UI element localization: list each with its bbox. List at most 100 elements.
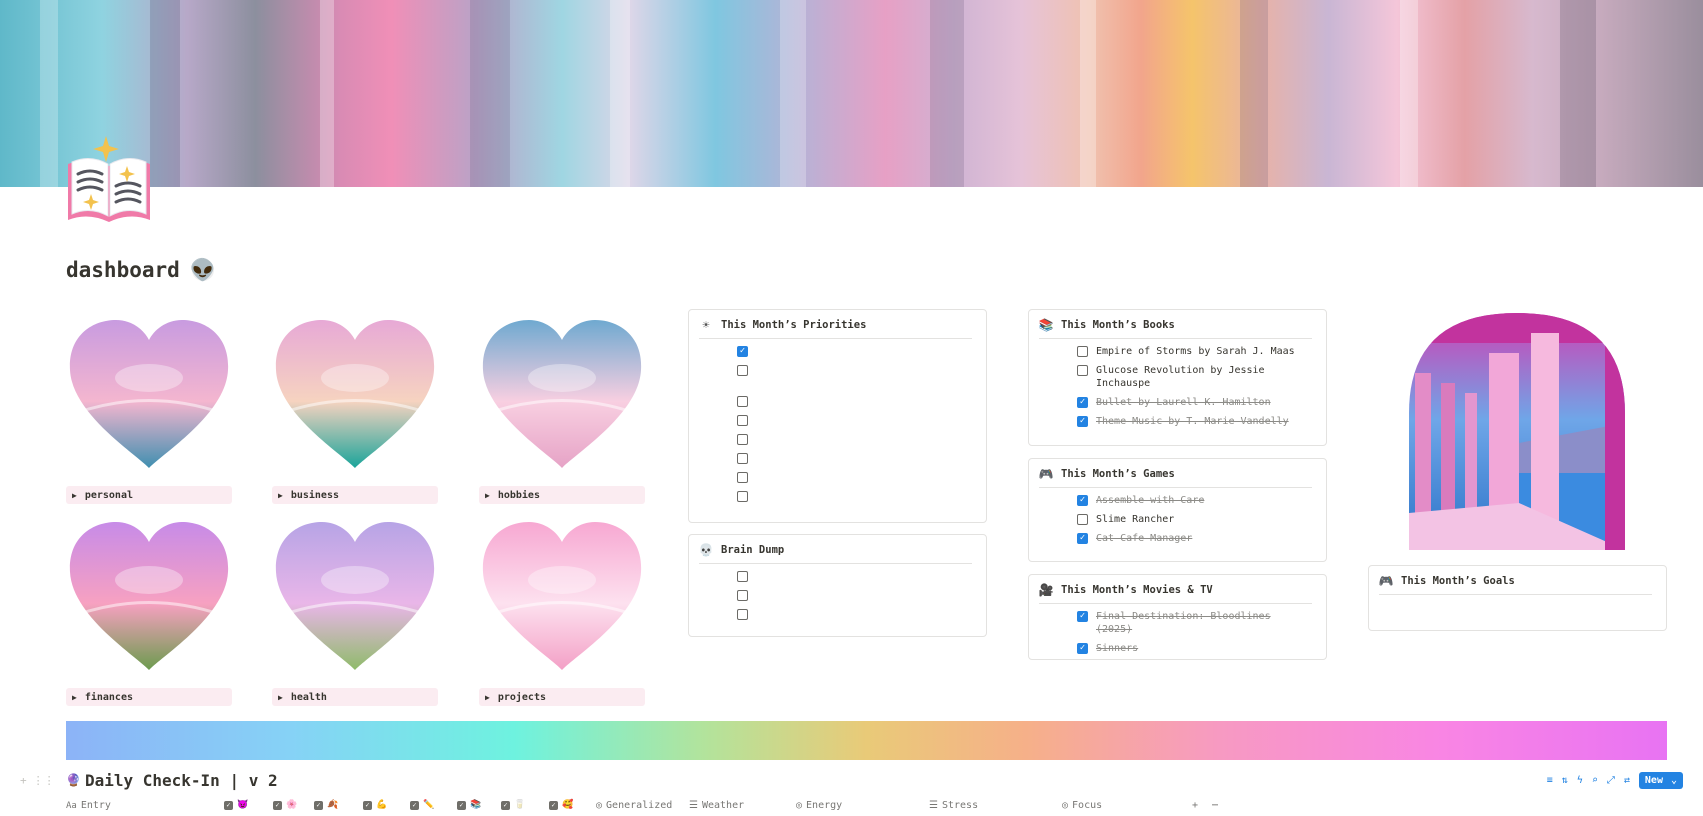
games-callout[interactable]: 🎮 This Month’s Games ✓ Assemble with Care…	[1028, 458, 1327, 562]
text-prop-icon: Aa	[66, 800, 77, 811]
arch-image[interactable]	[1409, 313, 1625, 550]
database-title[interactable]: 🔮 Daily Check-In | v 2	[66, 771, 278, 790]
heart-image[interactable]	[66, 318, 232, 470]
todo-item: ✓ Final Destination: Bloodlines (2025)	[1077, 610, 1312, 636]
todo-text[interactable]: Glucose Revolution by Jessie Inchauspe	[1096, 364, 1312, 390]
checked-checkbox[interactable]: ✓	[1077, 533, 1088, 544]
page-title[interactable]: dashboard 👽	[66, 258, 216, 283]
prop-generalized[interactable]: ◎ Generalized	[596, 800, 672, 811]
prop-weather[interactable]: ☰ Weather	[689, 800, 744, 811]
todo-text[interactable]: Theme Music by T. Marie Vandelly	[1096, 415, 1289, 428]
goals-callout[interactable]: 🎮 This Month’s Goals	[1368, 565, 1667, 631]
checkbox[interactable]	[737, 472, 748, 483]
sort-icon[interactable]: ⇅	[1562, 775, 1568, 786]
skull-icon: 💀	[698, 543, 714, 557]
toggle-personal[interactable]: ▶ personal	[66, 486, 232, 504]
checkbox-prop-icon: ✓	[224, 800, 233, 810]
new-button-label: New	[1644, 774, 1663, 786]
prop-checkbox[interactable]: ✓ 🥛	[501, 800, 525, 810]
checked-checkbox[interactable]: ✓	[1077, 495, 1088, 506]
toggle-health[interactable]: ▶ health	[272, 688, 438, 706]
toggle-triangle-icon[interactable]: ▶	[485, 693, 490, 702]
heart-image[interactable]	[66, 520, 232, 672]
todo-text[interactable]: Bullet by Laurell K. Hamilton	[1096, 396, 1271, 409]
checkbox[interactable]	[737, 571, 748, 582]
more-icon[interactable]: ⋯	[1212, 800, 1218, 811]
chevron-down-icon[interactable]: ⌄	[1671, 775, 1677, 786]
checkbox[interactable]	[737, 434, 748, 445]
prop-energy[interactable]: ◎ Energy	[796, 800, 842, 811]
toggle-finances[interactable]: ▶ finances	[66, 688, 232, 706]
toggle-triangle-icon[interactable]: ▶	[278, 491, 283, 500]
checkbox-prop-icon: ✓	[549, 800, 558, 810]
checkbox[interactable]	[737, 491, 748, 502]
prop-checkbox[interactable]: ✓ ✏️	[410, 800, 434, 810]
prop-energy-label: Energy	[806, 800, 843, 811]
prop-checkbox[interactable]: ✓ 🥰	[549, 800, 573, 810]
prop-checkbox[interactable]: ✓ 📚	[457, 800, 481, 810]
checkbox[interactable]	[737, 590, 748, 601]
checkbox[interactable]	[1077, 346, 1088, 357]
checkbox[interactable]	[1077, 514, 1088, 525]
prop-checkbox[interactable]: ✓ 😈	[224, 800, 248, 810]
search-icon[interactable]: ⌕	[1592, 775, 1598, 786]
toggle-triangle-icon[interactable]: ▶	[485, 491, 490, 500]
new-button[interactable]: New ⌄	[1638, 771, 1683, 789]
toggle-triangle-icon[interactable]: ▶	[278, 693, 283, 702]
checked-checkbox[interactable]: ✓	[1077, 416, 1088, 427]
toggle-hobbies[interactable]: ▶ hobbies	[479, 486, 645, 504]
checkbox[interactable]	[1077, 365, 1088, 376]
todo-item	[737, 490, 972, 503]
checkbox[interactable]	[737, 453, 748, 464]
todo-item	[737, 395, 972, 408]
checkbox[interactable]	[737, 609, 748, 620]
checkbox-prop-icon: ✓	[363, 800, 372, 810]
books-callout[interactable]: 📚 This Month’s Books Empire of Storms by …	[1028, 309, 1327, 446]
toggle-triangle-icon[interactable]: ▶	[72, 693, 77, 702]
heart-image[interactable]	[272, 318, 438, 470]
filter-icon[interactable]: ≡	[1547, 775, 1553, 786]
brain-dump-callout[interactable]: 💀 Brain Dump	[688, 534, 987, 637]
automation-icon[interactable]: ϟ	[1577, 775, 1583, 786]
prop-entry[interactable]: Aa Entry	[66, 800, 111, 811]
prop-checkbox[interactable]: ✓ 🌸	[273, 800, 297, 810]
checked-checkbox[interactable]: ✓	[1077, 611, 1088, 622]
checked-checkbox[interactable]: ✓	[737, 346, 748, 357]
prop-focus[interactable]: ◎ Focus	[1062, 800, 1102, 811]
toggle-projects[interactable]: ▶ projects	[479, 688, 645, 706]
books-title: This Month’s Books	[1061, 319, 1175, 331]
checkbox-prop-icon: ✓	[501, 800, 510, 810]
add-block-icon[interactable]: +	[20, 774, 27, 787]
priorities-callout[interactable]: ☀ This Month’s Priorities ✓	[688, 309, 987, 523]
todo-text[interactable]: Cat Cafe Manager	[1096, 532, 1192, 545]
heart-image[interactable]	[479, 520, 645, 672]
checked-checkbox[interactable]: ✓	[1077, 397, 1088, 408]
open-book-icon[interactable]	[66, 134, 152, 224]
checked-checkbox[interactable]: ✓	[1077, 643, 1088, 654]
toggle-business[interactable]: ▶ business	[272, 486, 438, 504]
more-options-icon[interactable]: ⇄	[1624, 775, 1630, 786]
cover-image[interactable]	[0, 0, 1703, 187]
add-property-icon[interactable]: +	[1192, 800, 1198, 811]
todo-item	[737, 608, 972, 621]
checkbox[interactable]	[737, 365, 748, 376]
prop-checkbox[interactable]: ✓ 🍂	[314, 800, 338, 810]
todo-text[interactable]: Assemble with Care	[1096, 494, 1204, 507]
todo-text[interactable]: Empire of Storms by Sarah J. Maas	[1096, 345, 1295, 358]
prop-checkbox[interactable]: ✓ 💪	[363, 800, 387, 810]
toggle-triangle-icon[interactable]: ▶	[72, 491, 77, 500]
prop-emoji: 🥛	[514, 800, 526, 810]
checkbox[interactable]	[737, 415, 748, 426]
expand-icon[interactable]: ⤢	[1607, 775, 1615, 786]
todo-text[interactable]: Sinners	[1096, 642, 1138, 655]
select-prop-icon: ◎	[796, 800, 803, 811]
checkbox[interactable]	[737, 396, 748, 407]
todo-text[interactable]: Slime Rancher	[1096, 513, 1174, 526]
movies-callout[interactable]: 🎥 This Month’s Movies & TV ✓ Final Destin…	[1028, 574, 1327, 660]
todo-text[interactable]: Final Destination: Bloodlines (2025)	[1096, 610, 1312, 636]
prop-stress[interactable]: ☰ Stress	[929, 800, 978, 811]
todo-item: ✓ Theme Music by T. Marie Vandelly	[1077, 415, 1312, 428]
heart-image[interactable]	[479, 318, 645, 470]
drag-handle-icon[interactable]: ⋮⋮	[33, 774, 55, 787]
heart-image[interactable]	[272, 520, 438, 672]
